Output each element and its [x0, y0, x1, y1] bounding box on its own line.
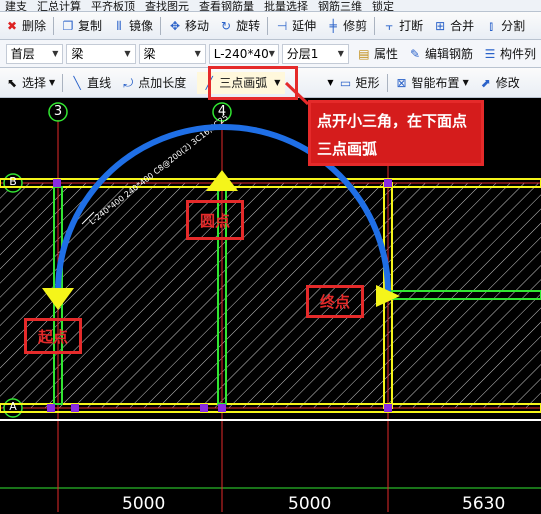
- node: [71, 404, 79, 412]
- axis-letter-B: B: [9, 175, 17, 188]
- slab-region: [0, 183, 541, 408]
- dimension-value: 5630: [462, 494, 506, 514]
- axis-number-3: 3: [53, 104, 63, 119]
- node: [200, 404, 208, 412]
- axis-letter-A: A: [9, 400, 17, 413]
- dimension-value: 5000: [122, 494, 166, 514]
- node: [384, 179, 392, 187]
- dimension-value: 5000: [288, 494, 332, 514]
- node: [384, 404, 392, 412]
- node: [53, 179, 61, 187]
- instruction-note: 点开小三角，在下面点三点画弧: [308, 100, 484, 166]
- mid-point-label: 圆点: [186, 200, 244, 240]
- end-point-label: 终点: [306, 285, 364, 318]
- axis-number-4: 4: [217, 104, 227, 119]
- start-point-label: 起点: [24, 318, 82, 354]
- mid-point-marker: [206, 170, 238, 191]
- three-point-arc-highlight: [208, 66, 298, 100]
- node: [218, 404, 226, 412]
- node: [47, 404, 55, 412]
